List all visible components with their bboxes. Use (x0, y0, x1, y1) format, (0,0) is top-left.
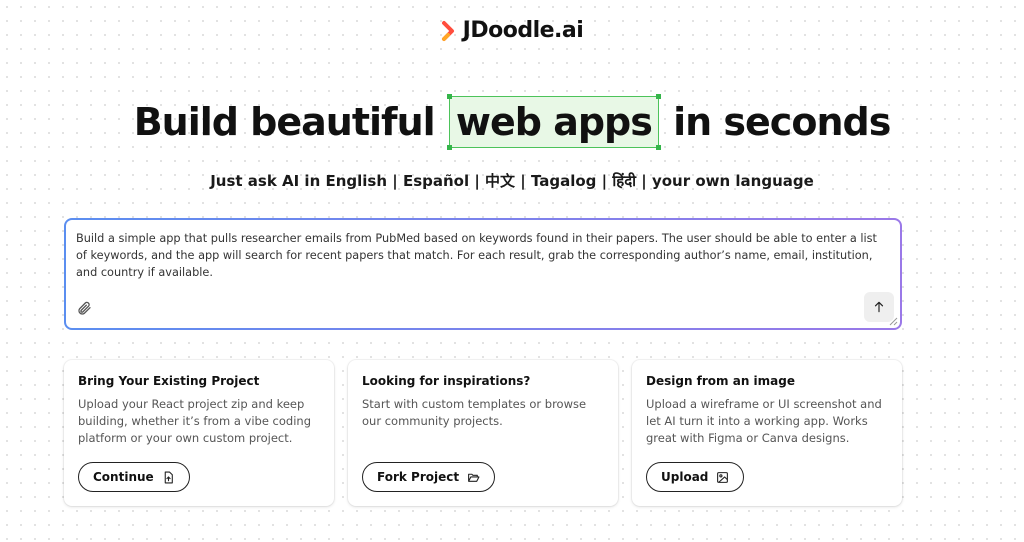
button-label: Continue (93, 470, 154, 484)
prompt-inner: Build a simple app that pulls researcher… (66, 220, 900, 328)
card-title: Design from an image (646, 374, 795, 388)
page-title: Build beautiful web apps in seconds (0, 94, 1024, 150)
selection-handle (446, 94, 452, 99)
card-title: Bring Your Existing Project (78, 374, 260, 388)
brand-logo[interactable]: JDoodle.ai (0, 18, 1024, 43)
image-icon (717, 471, 729, 483)
title-part-before: Build beautiful (133, 100, 436, 144)
chevron-logo-icon (441, 20, 454, 41)
title-highlight: web apps (446, 94, 661, 150)
card-title: Looking for inspirations? (362, 374, 531, 388)
card-description: Upload a wireframe or UI screenshot and … (646, 397, 882, 445)
title-part-after: in seconds (673, 100, 891, 144)
arrow-up-icon (874, 301, 884, 313)
button-label: Fork Project (377, 470, 460, 484)
continue-button[interactable]: Continue (78, 462, 190, 492)
title-highlight-text: web apps (455, 100, 653, 144)
language-subtitle: Just ask AI in English | Español | 中文 | … (210, 172, 814, 190)
fork-project-button[interactable]: Fork Project (362, 462, 496, 492)
option-cards: Bring Your Existing Project Upload your … (64, 360, 902, 506)
upload-button[interactable]: Upload (646, 462, 745, 492)
button-label: Upload (661, 470, 709, 484)
card-design-image: Design from an image Upload a wireframe … (632, 360, 902, 506)
card-inspirations: Looking for inspirations? Start with cus… (348, 360, 618, 506)
paperclip-icon[interactable] (76, 300, 92, 316)
card-existing-project: Bring Your Existing Project Upload your … (64, 360, 334, 506)
brand-name: JDoodle.ai (462, 18, 584, 43)
folder-open-icon (468, 473, 480, 482)
prompt-box: Build a simple app that pulls researcher… (64, 218, 902, 330)
selection-handle (655, 145, 661, 150)
selection-handle (446, 145, 452, 150)
card-description: Upload your React project zip and keep b… (78, 397, 311, 445)
prompt-input[interactable]: Build a simple app that pulls researcher… (76, 230, 891, 281)
file-upload-icon (164, 471, 173, 483)
selection-handle (655, 94, 661, 99)
resize-grip-icon[interactable] (889, 317, 898, 326)
card-description: Start with custom templates or browse ou… (362, 397, 587, 428)
